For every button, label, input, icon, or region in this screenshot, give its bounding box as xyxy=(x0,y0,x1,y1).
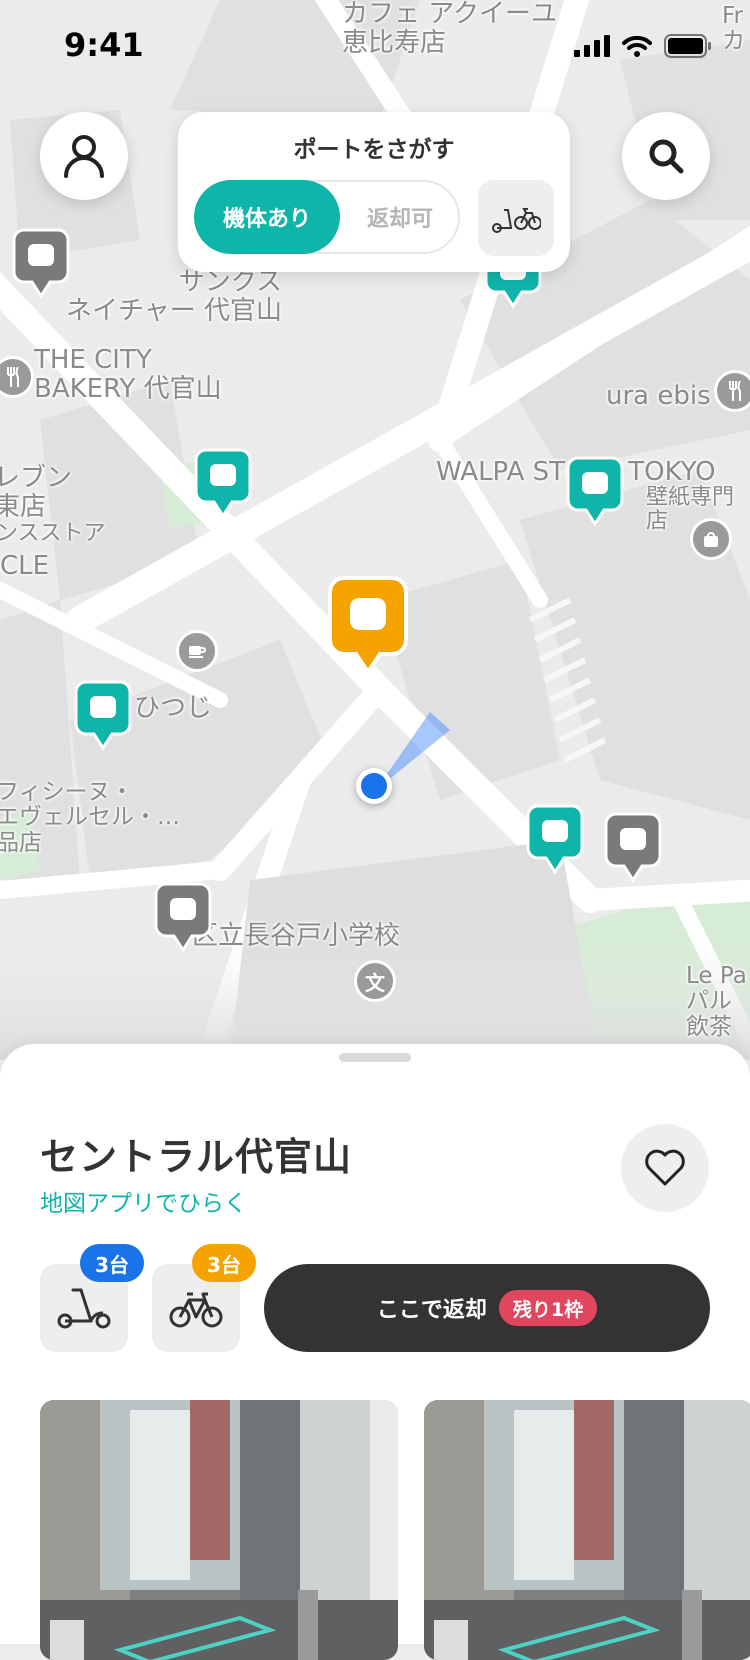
scooter-availability[interactable]: 3台 xyxy=(40,1244,144,1352)
search-icon xyxy=(649,139,684,174)
port-pin-unavailable[interactable] xyxy=(12,228,70,300)
open-in-maps-link[interactable]: 地図アプリでひらく xyxy=(40,1184,247,1218)
battery-icon xyxy=(664,34,711,58)
map-label-lepa: Le Pa パル 飲茶 xyxy=(686,963,747,1040)
port-pin-available[interactable] xyxy=(526,804,584,876)
map-label-city-bakery: THE CITY BAKERY 代官山 xyxy=(34,345,222,404)
port-photo[interactable] xyxy=(40,1400,398,1660)
return-here-button[interactable]: ここで返却 残り1枠 xyxy=(264,1264,710,1352)
map-label-fici: フィシーヌ・ エヴェルセル・… 品店 xyxy=(0,779,180,856)
school-poi-icon[interactable]: 文 xyxy=(354,960,396,1002)
port-pin-available[interactable] xyxy=(74,680,132,752)
profile-button[interactable] xyxy=(40,112,128,200)
availability-segmented-control[interactable]: 機体あり 返却可 xyxy=(194,180,460,254)
scooter-bike-icon xyxy=(492,208,541,233)
sheet-drag-handle[interactable] xyxy=(339,1053,411,1062)
map-label-school: 区立長谷戸小学校 xyxy=(192,921,401,951)
wifi-icon xyxy=(622,35,652,57)
port-pin-selected[interactable] xyxy=(328,576,408,676)
signal-icon xyxy=(574,35,610,57)
cafe-poi-icon[interactable] xyxy=(176,630,218,672)
user-location-dot xyxy=(356,768,392,804)
heart-icon xyxy=(645,1149,685,1186)
port-pin-unavailable[interactable] xyxy=(604,812,662,884)
map-label-cle: CLE xyxy=(0,551,50,581)
return-here-label: ここで返却 xyxy=(376,1298,487,1323)
status-time: 9:41 xyxy=(64,26,144,64)
vehicle-filter-button[interactable] xyxy=(478,180,554,256)
port-pin-available[interactable] xyxy=(566,456,624,528)
map-label-sunkus: サンクス ネイチャー 代官山 xyxy=(66,267,283,326)
shopping-poi-icon[interactable] xyxy=(690,518,732,560)
port-detail-sheet: セントラル代官山 地図アプリでひらく 3台 3台 ここで返却 残り1枠 xyxy=(0,1044,750,1660)
port-pin-unavailable[interactable] xyxy=(154,882,212,954)
segment-available[interactable]: 機体あり xyxy=(194,180,340,254)
port-photo[interactable] xyxy=(424,1400,750,1660)
scooter-icon xyxy=(57,1288,111,1329)
map-label-eleven: レブン 東店 xyxy=(0,463,73,522)
bicycle-icon xyxy=(169,1292,223,1328)
person-icon xyxy=(64,135,104,178)
restaurant-poi-icon[interactable] xyxy=(714,370,750,412)
port-search-title: ポートをさがす xyxy=(293,137,455,163)
bike-count-badge: 3台 xyxy=(192,1244,256,1282)
map-label-ura-ebis: ura ebis xyxy=(606,381,711,411)
map-label-store: ンスストア xyxy=(0,521,106,546)
map-label-hitsuji: ひつじ xyxy=(134,693,213,723)
scooter-count-badge: 3台 xyxy=(80,1244,144,1282)
port-pin-available[interactable] xyxy=(194,448,252,520)
bike-availability[interactable]: 3台 xyxy=(152,1244,256,1352)
port-name: セントラル代官山 xyxy=(40,1135,353,1179)
port-search-card: ポートをさがす 機体あり 返却可 xyxy=(178,112,570,272)
status-bar: 9:41 xyxy=(0,0,750,88)
favorite-button[interactable] xyxy=(621,1124,709,1212)
search-button[interactable] xyxy=(622,112,710,200)
remaining-slots-badge: 残り1枠 xyxy=(498,1290,598,1326)
segment-returnable[interactable]: 返却可 xyxy=(340,180,460,254)
